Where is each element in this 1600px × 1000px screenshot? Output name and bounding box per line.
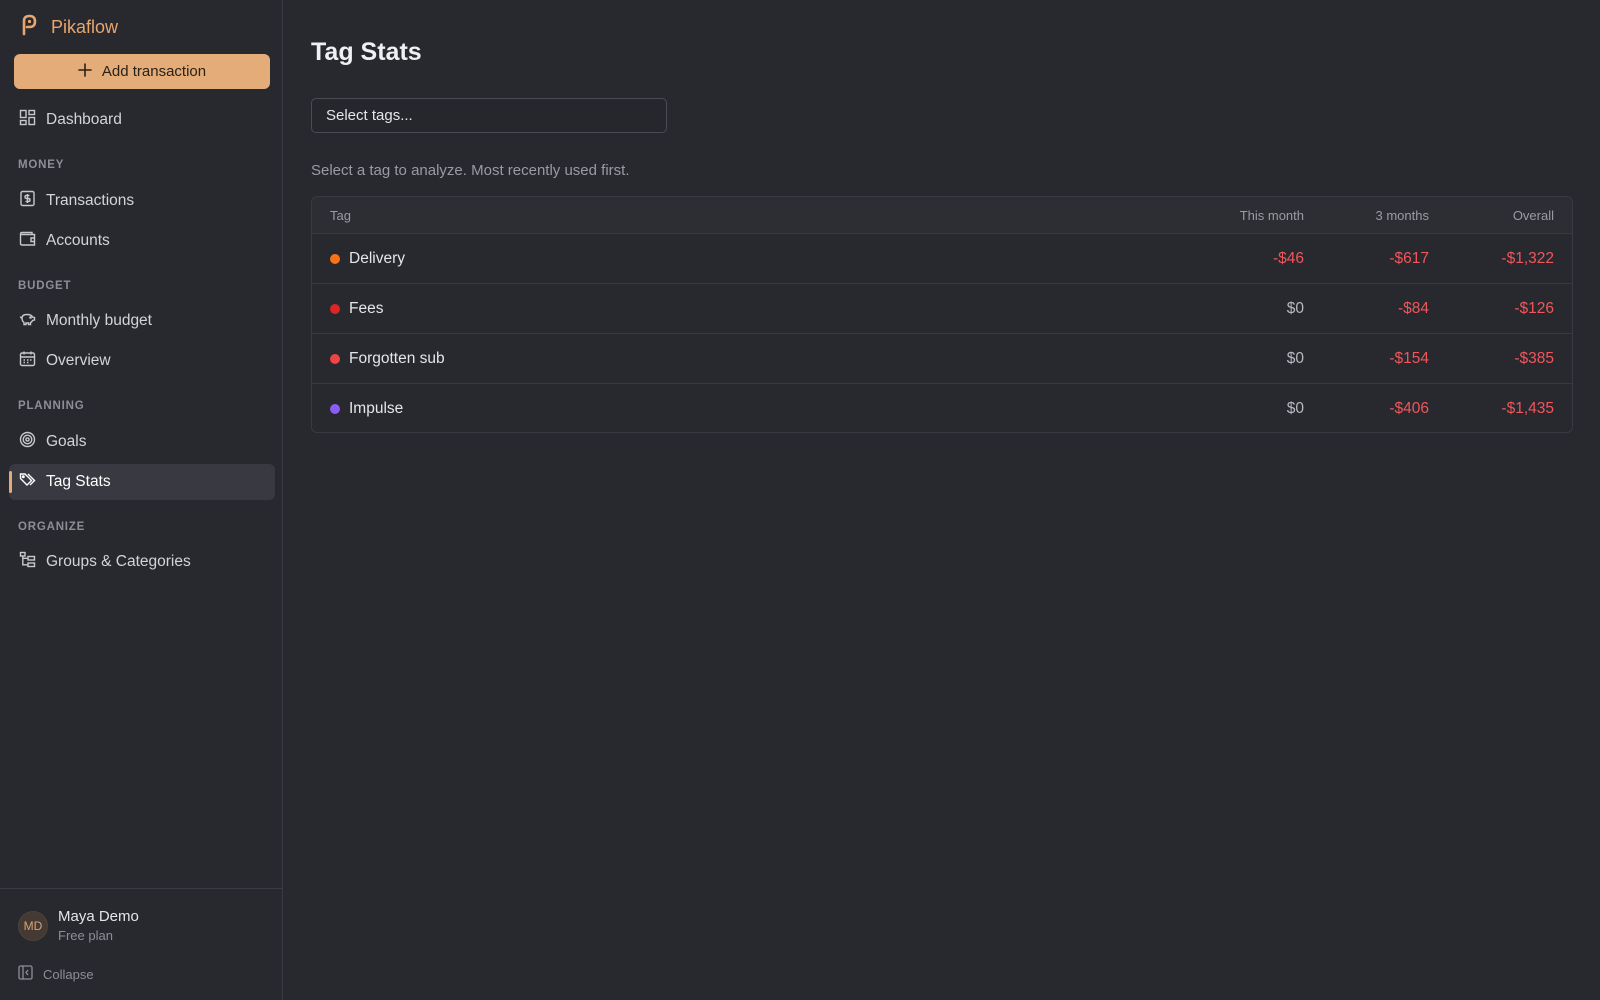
add-transaction-label: Add transaction — [101, 63, 207, 80]
sidebar-item-label: Tag Stats — [46, 473, 111, 490]
sidebar-item-overview[interactable]: Overview — [9, 343, 275, 379]
sidebar-item-label: Goals — [46, 433, 87, 450]
add-transaction-button[interactable]: Add transaction — [14, 54, 270, 89]
tag-color-dot — [330, 253, 340, 264]
header-3-months: 3 months — [1375, 207, 1429, 223]
page-title: Tag Stats — [311, 38, 422, 66]
tag-color-dot — [330, 303, 340, 314]
wallet-icon — [19, 230, 36, 252]
header-overall: Overall — [1512, 207, 1554, 223]
plus-icon — [78, 62, 92, 81]
table-row[interactable]: Forgotten sub $0 -$154 -$385 — [312, 334, 1572, 384]
value-this-month: $0 — [1286, 299, 1304, 317]
sidebar-item-label: Monthly budget — [46, 312, 152, 329]
helper-text: Select a tag to analyze. Most recently u… — [311, 162, 630, 179]
sidebar-item-label: Accounts — [46, 232, 110, 249]
section-organize: ORGANIZE — [18, 521, 86, 533]
calendar-icon — [19, 350, 36, 372]
sidebar-item-label: Groups & Categories — [46, 553, 191, 570]
sidebar-item-goals[interactable]: Goals — [9, 424, 275, 460]
table-row[interactable]: Fees $0 -$84 -$126 — [312, 284, 1572, 334]
value-this-month: $0 — [1286, 400, 1304, 417]
sidebar-item-label: Transactions — [46, 192, 135, 209]
app-name: Pikaflow — [51, 16, 119, 37]
section-money: MONEY — [18, 159, 65, 171]
sidebar-item-groups-categories[interactable]: Groups & Categories — [9, 544, 275, 580]
table-row[interactable]: Impulse $0 -$406 -$1,435 — [312, 384, 1572, 432]
sidebar-divider — [0, 888, 283, 889]
tag-name: Delivery — [349, 249, 405, 267]
value-3-months: -$154 — [1389, 349, 1429, 367]
user-name: Maya Demo — [58, 908, 139, 925]
tag-name: Fees — [349, 299, 384, 317]
user-plan: Free plan — [58, 928, 113, 943]
tag-color-dot — [330, 404, 340, 414]
main-content: Tag Stats Select a tag to analyze. Most … — [284, 0, 1600, 1000]
sidebar-item-label: Overview — [46, 352, 111, 369]
section-planning: PLANNING — [18, 400, 85, 412]
tag-color-dot — [330, 353, 340, 364]
tag-name: Forgotten sub — [349, 349, 445, 367]
header-tag: Tag — [330, 207, 351, 223]
receipt-dollar-icon — [19, 190, 36, 212]
value-3-months: -$406 — [1389, 400, 1429, 417]
value-3-months: -$617 — [1389, 249, 1429, 267]
table-header: Tag This month 3 months Overall — [312, 197, 1572, 234]
tag-select-input[interactable] — [311, 98, 667, 133]
user-profile[interactable]: MD Maya Demo Free plan — [18, 908, 139, 943]
collapse-label: Collapse — [43, 966, 94, 982]
dashboard-icon — [19, 109, 36, 131]
value-this-month: $0 — [1286, 349, 1304, 367]
table-row[interactable]: Delivery -$46 -$617 -$1,322 — [312, 234, 1572, 284]
sidebar: Pikaflow Add transaction Dashboard MONEY… — [0, 0, 283, 1000]
collapse-button[interactable]: Collapse — [18, 965, 94, 983]
piggy-bank-icon — [19, 310, 36, 332]
target-icon — [19, 431, 36, 453]
tag-name: Impulse — [349, 400, 404, 417]
sidebar-item-accounts[interactable]: Accounts — [9, 223, 275, 259]
tag-stats-table: Tag This month 3 months Overall Delivery… — [311, 196, 1573, 433]
sidebar-item-tag-stats[interactable]: Tag Stats — [9, 464, 275, 500]
section-budget: BUDGET — [18, 280, 72, 292]
value-overall: -$1,435 — [1501, 400, 1554, 417]
sidebar-item-dashboard[interactable]: Dashboard — [9, 102, 275, 138]
sidebar-item-monthly-budget[interactable]: Monthly budget — [9, 303, 275, 339]
value-overall: -$385 — [1514, 349, 1554, 367]
value-overall: -$1,322 — [1501, 249, 1554, 267]
folder-tree-icon — [19, 551, 36, 573]
collapse-sidebar-icon — [18, 965, 33, 983]
brand[interactable]: Pikaflow — [20, 14, 118, 40]
value-overall: -$126 — [1514, 299, 1554, 317]
avatar: MD — [18, 910, 48, 941]
pikaflow-logo-icon — [20, 14, 38, 41]
sidebar-item-label: Dashboard — [46, 111, 122, 128]
tags-icon — [19, 471, 36, 493]
value-this-month: -$46 — [1272, 249, 1304, 267]
value-3-months: -$84 — [1397, 299, 1429, 317]
sidebar-item-transactions[interactable]: Transactions — [9, 183, 275, 219]
header-this-month: This month — [1239, 207, 1304, 223]
